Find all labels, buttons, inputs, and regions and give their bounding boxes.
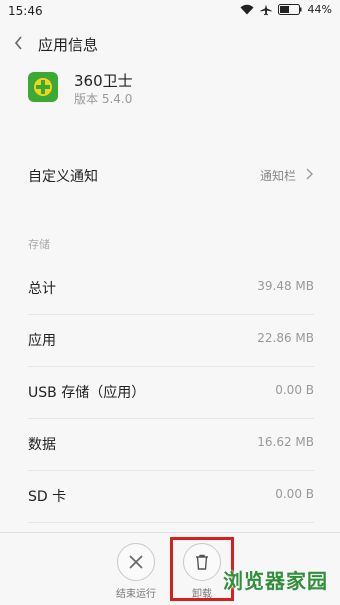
wifi-icon <box>240 4 254 15</box>
row-value: 39.48 MB <box>257 279 314 293</box>
notification-label: 自定义通知 <box>28 169 98 185</box>
notification-row[interactable]: 自定义通知 通知栏 <box>28 150 314 202</box>
row-label: USB 存储（应用） <box>28 385 146 401</box>
storage-row-total: 总计 39.48 MB <box>28 262 314 315</box>
app-header: 360卫士 版本 5.4.0 <box>0 66 340 118</box>
storage-section-label: 存储 <box>28 238 50 251</box>
chevron-right-icon <box>306 168 313 180</box>
battery-icon <box>277 4 302 15</box>
row-label: 数据 <box>28 437 56 453</box>
back-icon[interactable] <box>14 36 24 50</box>
storage-row-sd: SD 卡 0.00 B <box>28 470 314 523</box>
row-value: 0.00 B <box>275 487 314 501</box>
app-version: 版本 5.4.0 <box>74 92 133 106</box>
airplane-icon <box>260 4 272 15</box>
row-label: 应用 <box>28 333 56 349</box>
page-title: 应用信息 <box>38 36 99 54</box>
force-stop-label: 结束运行 <box>116 589 156 600</box>
storage-row-usb: USB 存储（应用） 0.00 B <box>28 366 314 419</box>
status-bar: 15:46 44% <box>0 0 340 24</box>
row-label: SD 卡 <box>28 489 67 505</box>
status-icons: 44% <box>240 3 332 16</box>
app-bar: 应用信息 <box>0 26 340 62</box>
row-value: 0.00 B <box>275 383 314 397</box>
app-name: 360卫士 <box>74 72 133 90</box>
force-stop-button[interactable]: 结束运行 <box>106 543 166 600</box>
row-label: 总计 <box>28 281 56 297</box>
storage-row-app: 应用 22.86 MB <box>28 314 314 367</box>
app-icon <box>28 72 58 102</box>
close-icon <box>129 555 143 569</box>
watermark: 浏览器家园 <box>223 569 328 593</box>
storage-row-data: 数据 16.62 MB <box>28 418 314 471</box>
force-stop-circle <box>117 543 155 581</box>
battery-percent: 44% <box>307 3 332 16</box>
row-value: 22.86 MB <box>257 331 314 345</box>
row-value: 16.62 MB <box>257 435 314 449</box>
notification-value: 通知栏 <box>259 169 296 183</box>
plus-shield-icon <box>34 78 52 96</box>
status-time: 15:46 <box>8 4 43 18</box>
